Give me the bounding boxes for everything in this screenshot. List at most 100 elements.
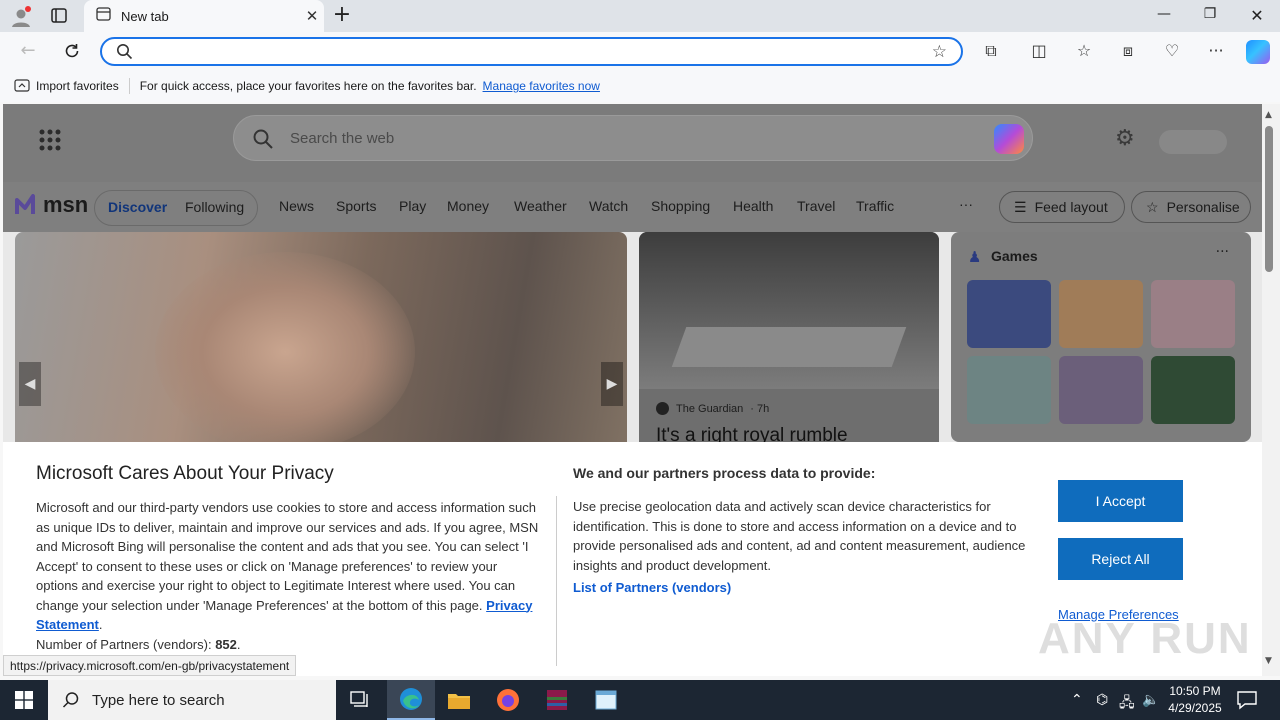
new-tab-button[interactable]: + — [330, 4, 354, 28]
search-icon — [62, 692, 79, 708]
anyrun-watermark: ANY RUN — [1038, 614, 1252, 663]
privacy-right-title: We and our partners process data to prov… — [573, 465, 876, 481]
copilot-icon[interactable] — [1246, 40, 1270, 64]
gear-icon[interactable]: ⚙ — [1115, 126, 1135, 151]
accept-button[interactable]: I Accept — [1058, 480, 1183, 522]
file-explorer-icon[interactable] — [435, 680, 483, 720]
hero-card[interactable]: ◀ ▶ — [15, 232, 627, 442]
games-more-icon[interactable]: ··· — [1216, 244, 1229, 260]
favorites-hint: For quick access, place your favorites h… — [139, 79, 477, 93]
nav-money[interactable]: Money — [447, 198, 489, 214]
status-url: https://privacy.microsoft.com/en-gb/priv… — [3, 655, 297, 676]
winrar-icon[interactable] — [533, 680, 581, 720]
scroll-down-icon[interactable]: ▼ — [1265, 656, 1272, 666]
partners-count: 852 — [215, 636, 237, 652]
taskbar-search-placeholder: Type here to search — [92, 691, 225, 709]
scroll-thumb[interactable] — [1265, 126, 1273, 272]
story-card[interactable]: The Guardian · 7h It's a right royal rum… — [639, 232, 939, 442]
game-tile[interactable] — [1059, 280, 1143, 348]
tab-actions-icon[interactable] — [50, 7, 70, 25]
page-scrollbar[interactable]: ▲ ▼ — [1262, 104, 1280, 676]
game-tile[interactable] — [1151, 356, 1235, 424]
copilot-icon[interactable] — [994, 124, 1024, 154]
close-window-button[interactable]: ✕ — [1245, 6, 1269, 25]
personalise-button[interactable]: ☆ Personalise — [1131, 191, 1251, 223]
close-tab-icon[interactable]: ✕ — [300, 7, 324, 25]
game-tile[interactable] — [1151, 280, 1235, 348]
taskbar: Type here to search ⌃ ⌬ 🖧 🔈 10:50 PM 4/2… — [0, 680, 1280, 720]
feed-layout-label: Feed layout — [1034, 199, 1108, 215]
carousel-prev-icon[interactable]: ◀ — [19, 362, 41, 406]
back-button[interactable]: ← — [16, 40, 40, 64]
scroll-up-icon[interactable]: ▲ — [1265, 110, 1272, 120]
game-tile[interactable] — [1059, 356, 1143, 424]
tab-new-tab[interactable]: New tab ✕ — [84, 0, 324, 32]
start-button[interactable] — [0, 680, 48, 720]
notepad-icon[interactable] — [582, 680, 630, 720]
nav-play[interactable]: Play — [399, 198, 426, 214]
address-bar[interactable]: ☆ — [100, 37, 963, 66]
games-card: ♟ Games ··· — [951, 232, 1251, 442]
games-title: Games — [991, 248, 1038, 264]
msn-logo[interactable]: msn — [15, 192, 88, 218]
nav-traffic[interactable]: Traffic — [856, 198, 894, 214]
notification-icon[interactable] — [1236, 690, 1258, 710]
tab-following[interactable]: Following — [185, 199, 244, 215]
clock-date: 4/29/2025 — [1168, 701, 1222, 715]
nav-shopping[interactable]: Shopping — [651, 198, 710, 214]
tab-title: New tab — [121, 8, 169, 24]
settings-more-icon[interactable]: ··· — [1205, 41, 1227, 63]
extensions-icon[interactable]: ⧉ — [980, 41, 1002, 63]
apps-grid-icon[interactable] — [39, 129, 61, 155]
story-headline[interactable]: It's a right royal rumble — [656, 425, 848, 442]
search-icon — [252, 128, 274, 154]
game-tile[interactable] — [967, 356, 1051, 424]
reject-all-button[interactable]: Reject All — [1058, 538, 1183, 580]
search-icon — [116, 43, 133, 64]
nav-travel[interactable]: Travel — [797, 198, 835, 214]
split-screen-icon[interactable]: ◫ — [1028, 41, 1050, 63]
task-view-icon[interactable] — [336, 680, 384, 720]
msn-nav: msn Discover Following News Sports Play … — [3, 182, 1262, 232]
carousel-next-icon[interactable]: ▶ — [601, 362, 623, 406]
clock[interactable]: 10:50 PM 4/29/2025 — [1165, 683, 1225, 717]
sign-in-button[interactable] — [1159, 130, 1227, 154]
restore-button[interactable]: ❐ — [1198, 6, 1222, 22]
favorite-star-icon[interactable]: ☆ — [932, 42, 947, 62]
manage-favorites-link[interactable]: Manage favorites now — [483, 79, 600, 93]
privacy-body: Microsoft and our third-party vendors us… — [36, 500, 539, 652]
guardian-icon — [656, 402, 669, 415]
nav-more-icon[interactable]: ··· — [959, 196, 973, 212]
minimize-button[interactable]: — — [1152, 6, 1176, 22]
import-favorites[interactable]: Import favorites — [14, 79, 119, 93]
feed-switch: Discover Following — [94, 190, 258, 226]
nav-news[interactable]: News — [279, 198, 314, 214]
tab-discover[interactable]: Discover — [108, 199, 167, 215]
collections-icon[interactable]: ⧈ — [1117, 41, 1139, 63]
nav-health[interactable]: Health — [733, 198, 773, 214]
nav-weather[interactable]: Weather — [514, 198, 567, 214]
title-bar: New tab ✕ + — ❐ ✕ — [0, 0, 1280, 32]
web-search-box[interactable]: Search the web — [233, 115, 1033, 161]
profile-icon[interactable] — [10, 6, 32, 28]
msn-header: Search the web ⚙ — [3, 104, 1262, 182]
windows-icon — [15, 691, 33, 709]
game-tile[interactable] — [967, 280, 1051, 348]
volume-icon[interactable]: 🔈 — [1142, 692, 1159, 708]
list-of-partners-link[interactable]: List of Partners (vendors) — [573, 580, 731, 595]
network-icon[interactable]: 🖧 — [1119, 692, 1135, 716]
feed-layout-button[interactable]: ☰ Feed layout — [999, 191, 1125, 223]
edge-taskbar-icon[interactable] — [387, 680, 435, 720]
tray-overflow-icon[interactable]: ⌃ — [1071, 692, 1083, 708]
browser-toolbar: ← ☆ ⧉ ◫ ☆ ⧈ ♡ ··· — [0, 32, 1280, 70]
browser-essentials-icon[interactable]: ♡ — [1161, 41, 1183, 63]
nav-watch[interactable]: Watch — [589, 198, 628, 214]
taskbar-search[interactable]: Type here to search — [48, 680, 336, 720]
refresh-button[interactable] — [60, 40, 84, 64]
msn-page: Search the web ⚙ msn Discover Following … — [3, 104, 1262, 676]
network-monitor-icon[interactable]: ⌬ — [1096, 692, 1108, 708]
favorites-icon[interactable]: ☆ — [1073, 41, 1095, 63]
story-age: · 7h — [750, 402, 770, 415]
nav-sports[interactable]: Sports — [336, 198, 376, 214]
firefox-icon[interactable] — [484, 680, 532, 720]
